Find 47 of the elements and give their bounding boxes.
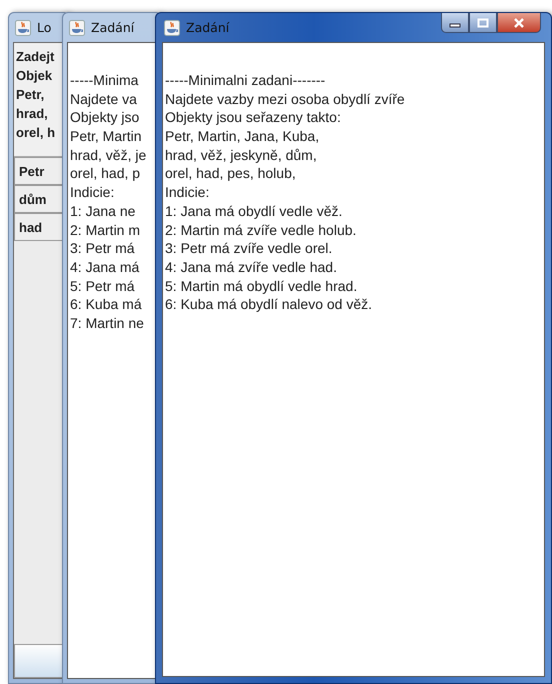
text-line: 3: Petr má zvíře vedle orel.: [165, 239, 334, 258]
text-line: 4: Jana má zvíře vedle had.: [165, 258, 338, 277]
window-title: Zadání: [186, 20, 230, 35]
text-line: 3: Petr má: [70, 239, 136, 258]
minimize-button[interactable]: [441, 13, 469, 33]
text-line: Petr, Martin, Jana, Kuba,: [165, 127, 320, 146]
coffee-cup-icon: [15, 20, 31, 36]
option-button[interactable]: Petr: [14, 157, 64, 185]
window-title: Lo: [37, 20, 52, 35]
text-line: hrad,: [16, 105, 49, 123]
text-line: Petr,: [16, 86, 46, 104]
bottom-button[interactable]: [14, 644, 64, 678]
text-line: 6: Kuba má obydlí nalevo od věž.: [165, 295, 374, 314]
text-line: orel, had, pes, holub,: [165, 164, 297, 184]
text-line: orel, h: [16, 124, 56, 142]
text-line: -----Minima: [70, 71, 140, 90]
text-line: -----Minimalni zadani-------: [165, 71, 326, 90]
text-line: 6: Kuba má: [70, 295, 143, 314]
text-line: hrad, věž, je: [70, 146, 148, 164]
text-line: Najdete vazby mezi osoba obydlí zvíře: [165, 90, 406, 108]
window-title: Zadání: [91, 20, 134, 35]
text-line: hrad, věž, jeskyně, dům,: [165, 146, 318, 164]
text-line: 1: Jana ne: [70, 202, 136, 220]
text-line: Objekty jso: [70, 108, 140, 128]
text-line: 5: Martin má obydlí vedle hrad.: [165, 276, 358, 296]
text-line: 2: Martin má zvíře vedle holub.: [165, 220, 358, 240]
coffee-cup-icon: [164, 20, 180, 36]
text-line: Najdete va: [70, 90, 138, 108]
coffee-cup-icon: [69, 20, 85, 36]
option-button[interactable]: dům: [14, 185, 64, 213]
text-line: 1: Jana má obydlí vedle věž.: [165, 202, 344, 220]
text-line: 4: Jana má: [70, 258, 140, 277]
option-button[interactable]: had: [14, 213, 64, 241]
maximize-button[interactable]: [469, 13, 497, 33]
text-line: 7: Martin ne: [70, 314, 145, 333]
maximize-icon: [477, 18, 489, 28]
close-icon: [513, 18, 525, 28]
text-line: 5: Petr má: [70, 276, 136, 296]
text-line: Petr, Martin: [70, 127, 143, 146]
text-line: 2: Martin m: [70, 220, 142, 240]
close-button[interactable]: [497, 13, 541, 33]
text-line: Zadejt: [16, 48, 56, 66]
text-line: Indicie:: [70, 183, 116, 202]
text-line: Objekty jsou seřazeny takto:: [165, 108, 342, 128]
text-line: Indicie:: [165, 183, 210, 202]
text-line: Objek: [16, 67, 54, 85]
text-line: orel, had, p: [70, 164, 142, 184]
